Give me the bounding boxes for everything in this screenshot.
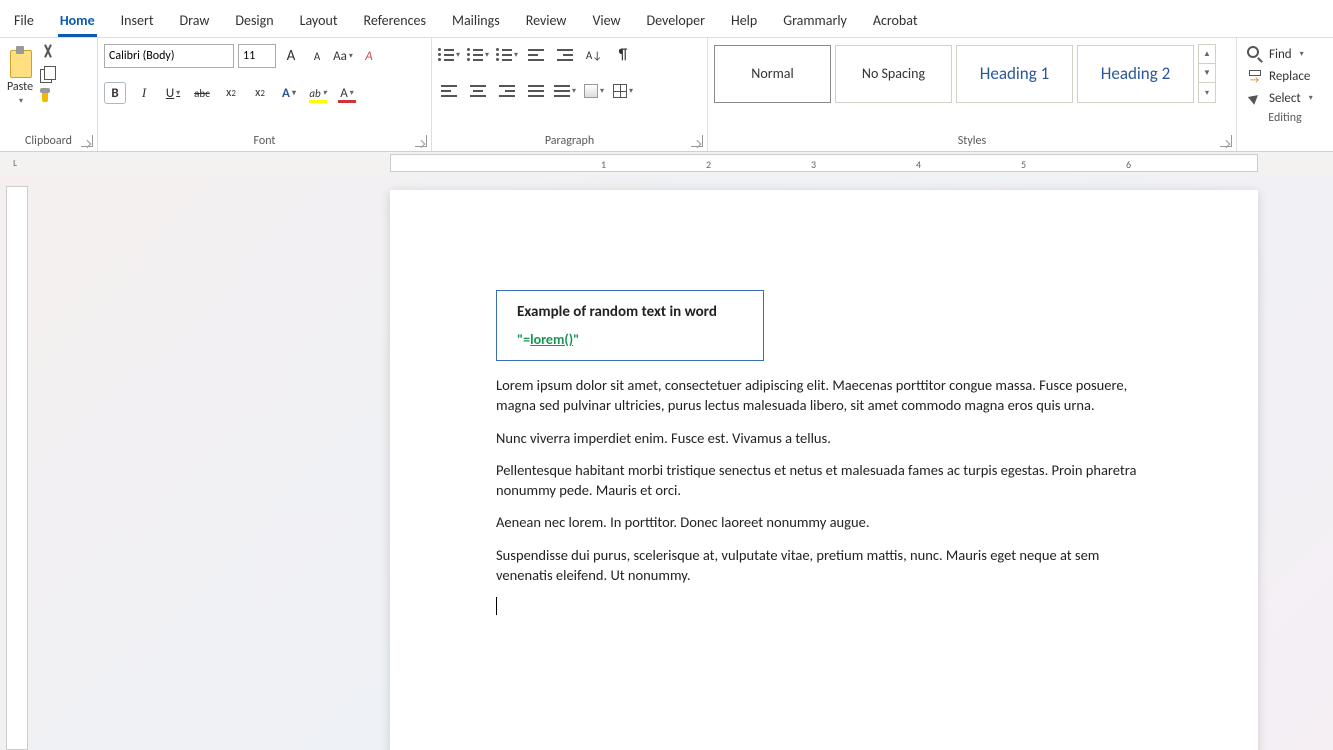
find-button[interactable]: Find▾ xyxy=(1247,46,1323,62)
text-effects-button[interactable]: A▾ xyxy=(278,82,300,104)
grow-font-button[interactable]: A xyxy=(280,45,302,67)
styles-launcher[interactable] xyxy=(1220,135,1232,147)
font-group-title: Font xyxy=(104,131,425,151)
menu-grammarly[interactable]: Grammarly xyxy=(781,6,849,37)
ruler-mark-6: 6 xyxy=(1126,158,1131,171)
menu-design[interactable]: Design xyxy=(233,6,275,37)
replace-button[interactable]: Replace xyxy=(1247,68,1323,84)
copy-icon[interactable] xyxy=(40,66,56,82)
menu-file[interactable]: File xyxy=(12,6,36,37)
ruler-mark-3: 3 xyxy=(811,158,816,171)
menu-insert[interactable]: Insert xyxy=(119,6,156,37)
justify-button[interactable] xyxy=(525,80,547,102)
body-paragraph-4: Aenean nec lorem. In porttitor. Donec la… xyxy=(496,512,1146,532)
paragraph-launcher[interactable] xyxy=(691,135,703,147)
page[interactable]: Example of random text in word "=lorem()… xyxy=(390,190,1258,750)
strikethrough-button[interactable]: abc xyxy=(191,82,213,104)
menu-draw[interactable]: Draw xyxy=(178,6,212,37)
styles-scroll-up[interactable]: ▲ xyxy=(1199,45,1215,64)
bullets-button[interactable]: ▾ xyxy=(438,44,460,66)
body-paragraph-2: Nunc viverra imperdiet enim. Fusce est. … xyxy=(496,428,1146,448)
ruler-mark-1: 1 xyxy=(601,158,606,171)
menu-review[interactable]: Review xyxy=(524,6,569,37)
style-heading-2[interactable]: Heading 2 xyxy=(1077,45,1194,103)
workspace: Example of random text in word "=lorem()… xyxy=(0,174,1333,750)
styles-scroll-down[interactable]: ▼ xyxy=(1199,64,1215,83)
styles-group-title: Styles xyxy=(714,131,1230,151)
align-center-button[interactable] xyxy=(467,80,489,102)
ribbon: Paste ▾ Clipboard A A Aa▾ A B xyxy=(0,38,1333,152)
ruler-mark-4: 4 xyxy=(916,158,921,171)
styles-scroll: ▲ ▼ ▾ xyxy=(1198,44,1216,103)
styles-expand[interactable]: ▾ xyxy=(1199,83,1215,102)
menu-home[interactable]: Home xyxy=(58,6,97,37)
menu-view[interactable]: View xyxy=(590,6,622,37)
format-painter-icon[interactable] xyxy=(40,88,56,104)
title-box-formula: "=lorem()" xyxy=(517,331,743,348)
title-box: Example of random text in word "=lorem()… xyxy=(496,290,764,361)
menu-references[interactable]: References xyxy=(362,6,428,37)
change-case-button[interactable]: Aa▾ xyxy=(332,45,354,67)
menu-layout[interactable]: Layout xyxy=(298,6,340,37)
font-launcher[interactable] xyxy=(415,135,427,147)
vertical-ruler[interactable] xyxy=(6,186,28,750)
text-cursor xyxy=(496,597,497,615)
numbering-button[interactable]: ▾ xyxy=(467,44,489,66)
horizontal-ruler[interactable]: 1 2 3 4 5 6 xyxy=(390,154,1258,172)
show-marks-button[interactable]: ¶ xyxy=(612,44,634,66)
editing-group-title: Editing xyxy=(1243,108,1327,128)
select-icon xyxy=(1247,90,1263,106)
italic-button[interactable]: I xyxy=(133,82,155,104)
borders-button[interactable]: ▾ xyxy=(612,80,634,102)
menu-mailings[interactable]: Mailings xyxy=(450,6,502,37)
style-normal[interactable]: Normal xyxy=(714,45,831,103)
decrease-indent-button[interactable] xyxy=(525,44,547,66)
ruler-tab-selector[interactable]: L xyxy=(0,152,30,174)
paragraph-group-title: Paragraph xyxy=(438,131,701,151)
paste-dropdown[interactable]: ▾ xyxy=(19,96,23,106)
multilevel-list-button[interactable]: ▾ xyxy=(496,44,518,66)
menu-acrobat[interactable]: Acrobat xyxy=(871,6,920,37)
style-heading-1[interactable]: Heading 1 xyxy=(956,45,1073,103)
ruler-mark-2: 2 xyxy=(706,158,711,171)
ruler-area: L 1 2 3 4 5 6 xyxy=(0,152,1333,174)
clear-formatting-button[interactable]: A xyxy=(358,45,380,67)
font-color-button[interactable]: A▾ xyxy=(336,82,358,104)
sort-button[interactable]: A↓ xyxy=(583,44,605,66)
font-size-input[interactable] xyxy=(238,44,276,68)
underline-button[interactable]: U▾ xyxy=(162,82,184,104)
align-left-button[interactable] xyxy=(438,80,460,102)
paste-button[interactable]: Paste xyxy=(7,80,33,94)
clipboard-launcher[interactable] xyxy=(81,135,93,147)
line-spacing-button[interactable]: ▾ xyxy=(554,80,576,102)
font-name-input[interactable] xyxy=(104,44,234,68)
superscript-button[interactable]: x2 xyxy=(249,82,271,104)
document-area[interactable]: Example of random text in word "=lorem()… xyxy=(32,174,1333,750)
subscript-button[interactable]: x2 xyxy=(220,82,242,104)
increase-indent-button[interactable] xyxy=(554,44,576,66)
body-paragraph-3: Pellentesque habitant morbi tristique se… xyxy=(496,460,1146,501)
menu-bar: File Home Insert Draw Design Layout Refe… xyxy=(0,0,1333,38)
clipboard-group-title: Clipboard xyxy=(6,131,91,151)
title-box-heading: Example of random text in word xyxy=(517,303,743,321)
menu-help[interactable]: Help xyxy=(729,6,759,37)
style-no-spacing[interactable]: No Spacing xyxy=(835,45,952,103)
select-button[interactable]: Select▾ xyxy=(1247,90,1323,106)
shrink-font-button[interactable]: A xyxy=(306,45,328,67)
ruler-mark-5: 5 xyxy=(1021,158,1026,171)
align-right-button[interactable] xyxy=(496,80,518,102)
menu-developer[interactable]: Developer xyxy=(645,6,707,37)
find-icon xyxy=(1247,46,1263,62)
body-paragraph-1: Lorem ipsum dolor sit amet, consectetuer… xyxy=(496,375,1146,416)
cut-icon[interactable] xyxy=(40,44,56,60)
paste-icon xyxy=(6,44,34,78)
shading-button[interactable]: ▾ xyxy=(583,80,605,102)
highlight-button[interactable]: ab▾ xyxy=(307,82,329,104)
bold-button[interactable]: B xyxy=(104,82,126,104)
body-paragraph-5: Suspendisse dui purus, scelerisque at, v… xyxy=(496,545,1146,586)
replace-icon xyxy=(1247,68,1263,84)
